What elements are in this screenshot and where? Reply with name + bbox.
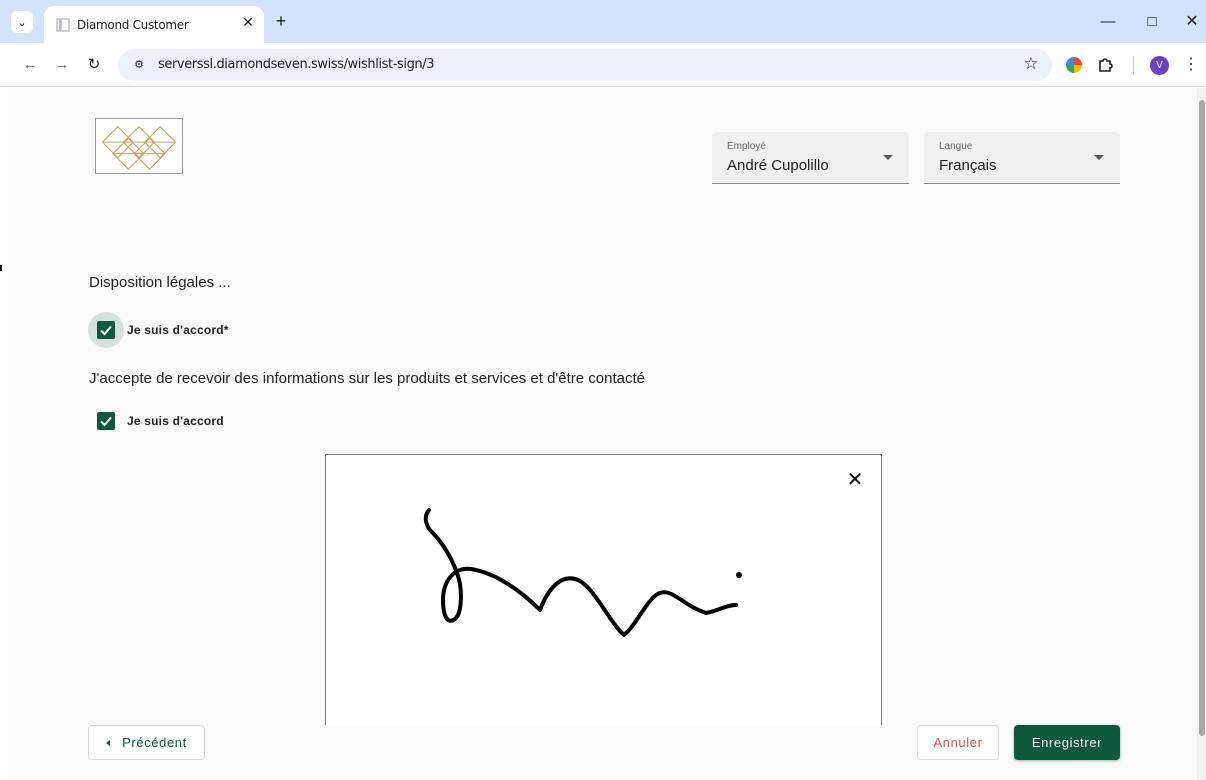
tab-search-chevron-icon[interactable]: ⌄	[11, 11, 33, 33]
checkmark-icon	[100, 325, 112, 336]
page-content: Employé André Cupolillo Langue Français …	[8, 88, 1197, 780]
browser-toolbar: ← → ↻ ⚙ serverssl.diamondseven.swiss/wis…	[0, 43, 1206, 87]
extensions-puzzle-icon[interactable]	[1096, 54, 1116, 74]
agree-marketing-checkbox[interactable]	[97, 412, 115, 430]
employee-select-label: Employé	[727, 141, 766, 152]
save-button[interactable]: Enregistrer	[1014, 725, 1120, 760]
page-scrollbar-thumb[interactable]	[1199, 100, 1205, 736]
caret-left-icon	[106, 739, 111, 746]
browser-tab[interactable]: Diamond Customer ✕	[44, 6, 264, 43]
window-maximize-icon[interactable]: □	[1142, 12, 1162, 32]
dropdown-arrow-icon	[883, 155, 893, 160]
form-footer: Précédent Annuler Enregistrer	[8, 725, 1197, 780]
new-tab-icon[interactable]: +	[272, 12, 290, 30]
bookmark-star-icon[interactable]: ☆	[1020, 53, 1042, 75]
legal-title: Disposition légales ...	[89, 274, 231, 291]
profile-avatar[interactable]: V	[1150, 56, 1169, 75]
dropdown-arrow-icon	[1094, 155, 1104, 160]
cancel-button[interactable]: Annuler	[917, 725, 999, 760]
toolbar-divider	[1133, 56, 1134, 74]
page-favicon-icon	[56, 18, 70, 32]
back-arrow-icon[interactable]: ←	[20, 55, 40, 75]
site-info-icon[interactable]: ⚙	[131, 57, 147, 73]
tab-close-icon[interactable]: ✕	[239, 13, 257, 31]
language-select[interactable]: Langue Français	[924, 132, 1120, 184]
agree-marketing-label[interactable]: Je suis d'accord	[127, 414, 224, 428]
url-text[interactable]: serverssl.diamondseven.swiss/wishlist-si…	[158, 57, 435, 72]
language-select-label: Langue	[939, 141, 973, 152]
employee-select[interactable]: Employé André Cupolillo	[712, 132, 909, 184]
reload-icon[interactable]: ↻	[84, 55, 104, 75]
browser-tabstrip: ⌄ Diamond Customer ✕ + — □ ✕	[0, 0, 1206, 43]
tab-title: Diamond Customer	[77, 18, 189, 32]
signature-drawing	[423, 508, 742, 637]
employee-select-value: André Cupolillo	[727, 157, 829, 174]
browser-menu-icon[interactable]: ⋮	[1183, 55, 1199, 75]
language-select-value: Français	[939, 157, 997, 174]
company-logo	[95, 118, 183, 174]
address-bar[interactable]: ⚙ serverssl.diamondseven.swiss/wishlist-…	[118, 49, 1052, 81]
previous-button-label: Précédent	[122, 735, 187, 750]
window-minimize-icon[interactable]: —	[1098, 12, 1118, 32]
clear-signature-icon[interactable]: ✕	[844, 469, 866, 491]
checkmark-icon	[100, 416, 112, 427]
window-close-icon[interactable]: ✕	[1182, 12, 1202, 32]
forward-arrow-icon[interactable]: →	[52, 55, 72, 75]
agree-required-checkbox[interactable]	[97, 321, 115, 339]
previous-button[interactable]: Précédent	[88, 725, 205, 760]
agree-required-label[interactable]: Je suis d'accord*	[127, 323, 229, 337]
marketing-consent-text: J'accepte de recevoir des informations s…	[89, 370, 645, 387]
signature-pad[interactable]: ✕	[325, 454, 882, 734]
color-extension-icon[interactable]	[1066, 57, 1082, 73]
window-edge-marker	[0, 265, 8, 271]
